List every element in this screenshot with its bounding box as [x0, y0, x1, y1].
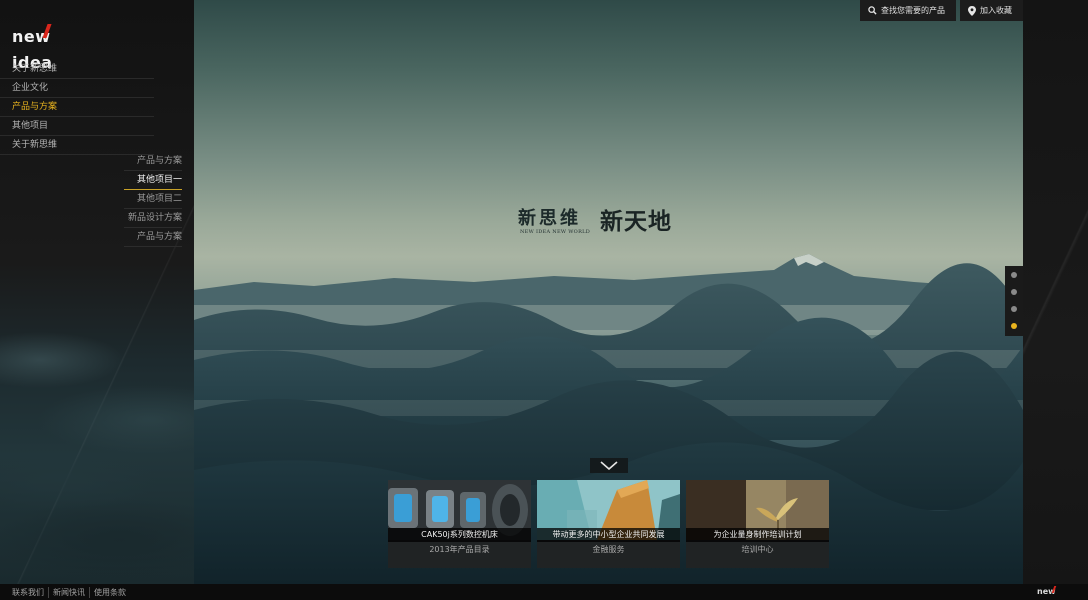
sub-nav-item-products-2[interactable]: 产品与方案: [124, 228, 182, 247]
sub-nav-item-new-design[interactable]: 新品设计方案: [124, 209, 182, 228]
slider-pagination: [1005, 266, 1023, 336]
slider-dot-2[interactable]: [1011, 289, 1017, 295]
card-caption: 带动更多的中小型企业共同发展: [537, 528, 680, 542]
search-products-label: 查找您需要的产品: [881, 6, 945, 15]
slogan-subtitle: NEW IDEA NEW WORLD: [520, 229, 591, 235]
footer-links: 联系我们 新闻快讯 使用条款: [12, 587, 130, 598]
sub-nav: 产品与方案 其他项目一 其他项目二 新品设计方案 产品与方案: [124, 152, 182, 247]
feature-cards: CAK50j系列数控机床 2013年产品目录 带动更多的中小型企业共同发展 金融…: [388, 480, 831, 568]
right-decorative-strip: [1023, 0, 1088, 584]
feature-card-finance[interactable]: 带动更多的中小型企业共同发展 金融服务: [537, 480, 680, 568]
sidebar: new idea 关于新思维 企业文化 产品与方案 其他项目 关于新思维 产品与…: [0, 0, 194, 584]
footer: 联系我们 新闻快讯 使用条款 new idea: [0, 584, 1088, 600]
slogan-text-left: 新思维: [518, 208, 581, 229]
sub-nav-item-project-one[interactable]: 其他项目一: [124, 171, 182, 190]
card-subtitle: 2013年产品目录: [429, 545, 490, 554]
slogan-text-right: 新天地: [600, 208, 672, 235]
footer-link-news[interactable]: 新闻快讯: [49, 587, 90, 598]
location-pin-icon: [968, 5, 976, 16]
slider-dot-4[interactable]: [1011, 323, 1017, 329]
main-nav: 关于新思维 企业文化 产品与方案 其他项目 关于新思维: [0, 60, 154, 155]
footer-link-contact[interactable]: 联系我们: [12, 587, 49, 598]
search-icon: [868, 6, 877, 15]
main-nav-item-products[interactable]: 产品与方案: [0, 98, 154, 117]
chevron-down-icon: [600, 461, 618, 470]
brand-logo[interactable]: new idea: [12, 24, 92, 72]
main-nav-item-culture[interactable]: 企业文化: [0, 79, 154, 98]
footer-link-terms[interactable]: 使用条款: [90, 587, 130, 598]
card-subtitle: 金融服务: [592, 545, 625, 554]
sub-nav-item-project-two[interactable]: 其他项目二: [124, 190, 182, 209]
sub-nav-item-products[interactable]: 产品与方案: [124, 152, 182, 171]
add-bookmark-label: 加入收藏: [980, 6, 1012, 15]
card-caption: CAK50j系列数控机床: [388, 528, 531, 542]
slider-dot-3[interactable]: [1011, 306, 1017, 312]
add-bookmark-button[interactable]: 加入收藏: [960, 0, 1023, 21]
main-nav-item-about[interactable]: 关于新思维: [0, 60, 154, 79]
scroll-down-button[interactable]: [590, 458, 628, 473]
card-caption: 为企业量身制作培训计划: [686, 528, 829, 542]
feature-card-cnc[interactable]: CAK50j系列数控机床 2013年产品目录: [388, 480, 531, 568]
hero-banner: 新思维 新天地 NEW IDEA NEW WORLD CAK50j系列数控机床 …: [194, 0, 1023, 584]
hero-slogan: 新思维 新天地 NEW IDEA NEW WORLD: [516, 200, 706, 240]
feature-card-training[interactable]: 为企业量身制作培训计划 培训中心: [686, 480, 829, 568]
card-subtitle: 培训中心: [741, 545, 774, 554]
footer-brand-logo: new idea: [1037, 586, 1077, 600]
slider-dot-1[interactable]: [1011, 272, 1017, 278]
search-products-button[interactable]: 查找您需要的产品: [860, 0, 956, 21]
main-nav-item-other-projects[interactable]: 其他项目: [0, 117, 154, 136]
